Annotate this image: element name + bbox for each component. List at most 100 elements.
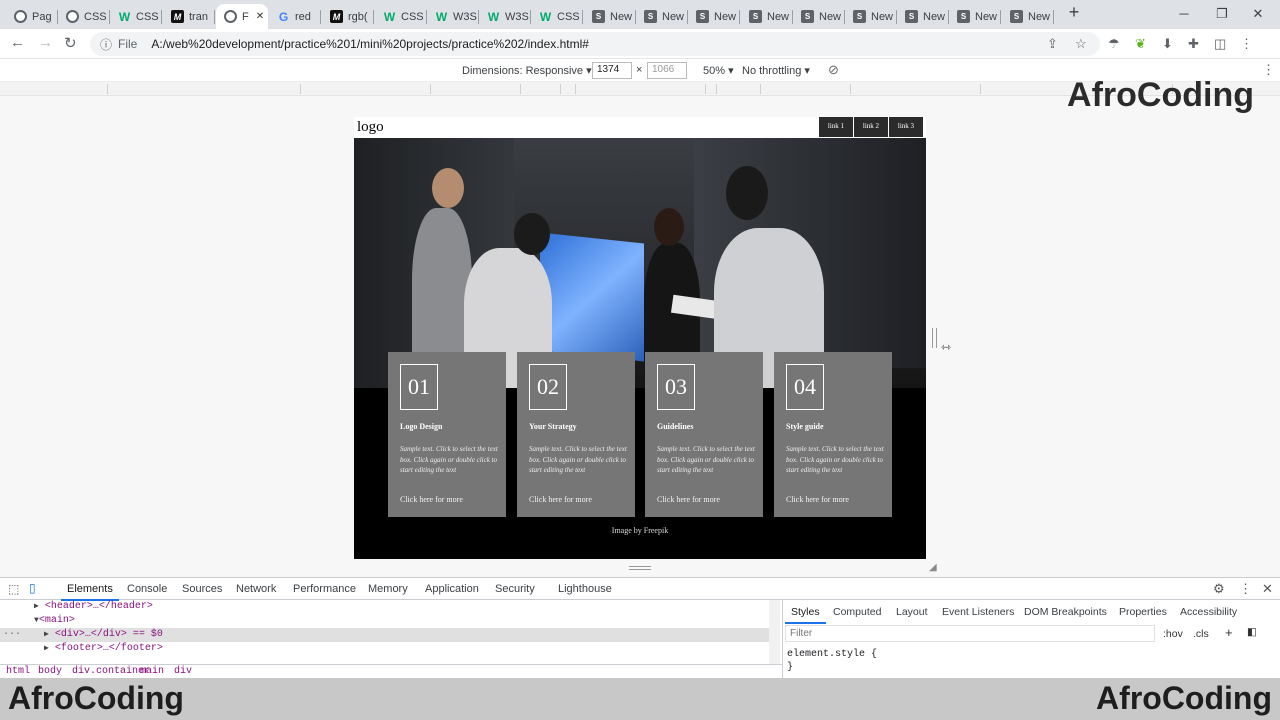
tab-sources[interactable]: Sources	[182, 583, 222, 595]
expand-triangle-icon[interactable]: ▶	[34, 602, 39, 611]
crumb-main[interactable]: main	[140, 665, 164, 679]
site-logo[interactable]: logo	[357, 119, 384, 136]
bookmark-star-icon[interactable]: ☆	[1075, 36, 1087, 52]
minimize-icon[interactable]: ─	[1174, 6, 1194, 21]
browser-tab[interactable]: F ✕	[216, 4, 268, 29]
browser-tab[interactable]: W CSS	[110, 4, 162, 29]
tab-performance[interactable]: Performance	[293, 583, 356, 595]
height-input[interactable]: 1066	[647, 62, 687, 79]
tab-close-icon[interactable]: ✕	[256, 11, 264, 22]
browser-tab[interactable]: CSS	[58, 4, 110, 29]
url-text[interactable]: A:/web%20development/practice%201/mini%2…	[151, 37, 589, 51]
resize-cursor-icon: ⇿	[941, 340, 952, 354]
tab-computed[interactable]: Computed	[833, 606, 881, 618]
dom-node-footer[interactable]: ▶ <footer>…</footer>	[0, 642, 770, 656]
device-menu-icon[interactable]: ⋮	[1262, 62, 1275, 78]
extensions-puzzle-icon[interactable]: ✚	[1188, 36, 1199, 52]
tab-lighthouse[interactable]: Lighthouse	[558, 583, 612, 595]
dom-node-header[interactable]: ▶ <header>…</header>	[0, 600, 770, 614]
tab-memory[interactable]: Memory	[368, 583, 408, 595]
forward-icon[interactable]: →	[38, 34, 53, 51]
new-tab-icon[interactable]: +	[1064, 2, 1084, 23]
throttling-dropdown[interactable]: No throttling ▾	[742, 64, 810, 77]
resize-corner-icon[interactable]: ◢	[929, 562, 937, 573]
back-icon[interactable]: ←	[10, 34, 25, 51]
crumb-body[interactable]: body	[38, 665, 62, 679]
tab-security[interactable]: Security	[495, 583, 535, 595]
tab-accessibility[interactable]: Accessibility	[1180, 606, 1237, 618]
browser-tab[interactable]: S New	[845, 4, 897, 29]
tab-dom-breakpoints[interactable]: DOM Breakpoints	[1024, 606, 1107, 618]
width-input[interactable]: 1374	[592, 62, 632, 79]
close-window-icon[interactable]: ✕	[1248, 6, 1268, 22]
tab-layout[interactable]: Layout	[896, 606, 928, 618]
browser-tab[interactable]: S New	[636, 4, 688, 29]
info-icon[interactable]: ⓘ	[100, 36, 112, 53]
nav-link-2[interactable]: link 2	[854, 117, 888, 137]
browser-tab[interactable]: S New	[949, 4, 1001, 29]
cls-toggle[interactable]: .cls	[1193, 628, 1209, 640]
tab-network[interactable]: Network	[236, 583, 276, 595]
element-style-rule[interactable]: element.style { }	[787, 648, 877, 674]
share-icon[interactable]: ⇪	[1047, 36, 1058, 52]
omnibox[interactable]: ⓘ File A:/web%20development/practice%201…	[90, 32, 1100, 56]
maximize-icon[interactable]: ❐	[1212, 6, 1232, 22]
viewport-resize-handle-bottom[interactable]	[629, 566, 651, 570]
inspect-element-icon[interactable]: ⬚	[8, 582, 19, 596]
new-rule-icon[interactable]: +	[1225, 625, 1233, 640]
expand-triangle-icon[interactable]: ▶	[44, 630, 49, 639]
tab-event-listeners[interactable]: Event Listeners	[942, 606, 1014, 618]
side-panel-icon[interactable]: ◫	[1214, 36, 1226, 52]
browser-tab[interactable]: S New	[793, 4, 845, 29]
browser-tab[interactable]: S New	[584, 4, 636, 29]
tab-styles[interactable]: Styles	[785, 606, 826, 624]
device-toggle-icon[interactable]: ▯	[29, 581, 36, 595]
browser-tab[interactable]: S New	[897, 4, 949, 29]
dimensions-dropdown[interactable]: Dimensions: Responsive ▾	[462, 64, 592, 77]
tab-application[interactable]: Application	[425, 583, 479, 595]
browser-tab[interactable]: Pag	[6, 4, 58, 29]
settings-gear-icon[interactable]: ⚙	[1213, 581, 1225, 597]
styles-filter-input[interactable]: Filter	[785, 625, 1155, 642]
crumb-html[interactable]: html	[6, 665, 30, 679]
more-dots-icon[interactable]: ···	[3, 628, 21, 642]
extension-umbrella-icon[interactable]: ☂	[1108, 36, 1120, 52]
devtools-close-icon[interactable]: ✕	[1262, 581, 1273, 597]
browser-tab[interactable]: Gred	[269, 4, 321, 29]
hov-toggle[interactable]: :hov	[1163, 628, 1183, 640]
reload-icon[interactable]: ↻	[64, 34, 77, 52]
crumb-div[interactable]: div	[174, 665, 192, 679]
menu-kebab-icon[interactable]: ⋮	[1240, 36, 1253, 52]
browser-tab[interactable]: W CSS	[375, 4, 427, 29]
tab-properties[interactable]: Properties	[1119, 606, 1167, 618]
tab-elements[interactable]: Elements	[61, 583, 119, 601]
dom-node-main[interactable]: ▼<main>	[0, 614, 770, 628]
browser-tab[interactable]: S New	[1002, 4, 1054, 29]
browser-tab[interactable]: S New	[741, 4, 793, 29]
card-link[interactable]: Click here for more	[657, 495, 720, 504]
card-link[interactable]: Click here for more	[786, 495, 849, 504]
viewport-resize-handle-right[interactable]	[932, 328, 937, 348]
devtools-menu-icon[interactable]: ⋮	[1239, 581, 1252, 597]
browser-tab[interactable]: Mrgb(	[322, 4, 374, 29]
dom-node-div-selected[interactable]: ··· ▶ <div>…</div> == $0	[0, 628, 770, 642]
nav-link-3[interactable]: link 3	[889, 117, 923, 137]
zoom-dropdown[interactable]: 50% ▾	[703, 64, 734, 77]
crumb-div-container[interactable]: div.container	[72, 665, 150, 679]
tab-console[interactable]: Console	[127, 583, 167, 595]
extension-leaf-icon[interactable]: ❦	[1135, 36, 1146, 52]
expand-triangle-icon[interactable]: ▶	[44, 644, 49, 653]
browser-tab[interactable]: W W3S	[427, 4, 479, 29]
browser-tab[interactable]: W W3S	[479, 4, 531, 29]
download-icon[interactable]: ⬇	[1162, 36, 1173, 52]
elements-scrollbar[interactable]	[769, 600, 780, 664]
browser-tab[interactable]: Mtran	[163, 4, 215, 29]
browser-tab[interactable]: W CSS	[531, 4, 583, 29]
card-link[interactable]: Click here for more	[400, 495, 463, 504]
browser-tab[interactable]: S New	[688, 4, 740, 29]
card-link[interactable]: Click here for more	[529, 495, 592, 504]
rotate-icon[interactable]: ⊘	[828, 62, 839, 78]
s-icon: S	[696, 10, 709, 23]
nav-link-1[interactable]: link 1	[819, 117, 853, 137]
computed-sidebar-icon[interactable]: ◧	[1247, 626, 1257, 638]
